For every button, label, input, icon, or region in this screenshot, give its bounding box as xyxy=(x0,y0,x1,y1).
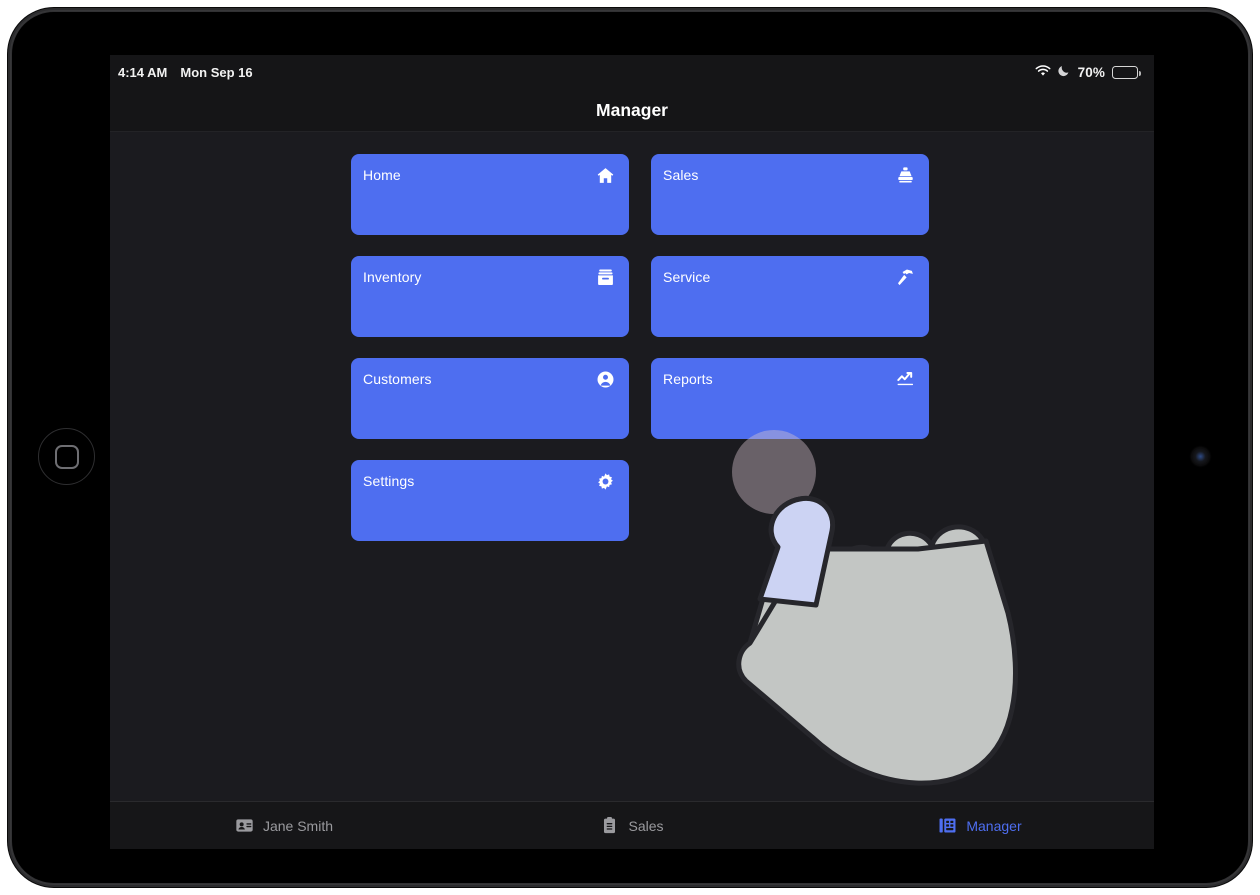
tablet-device-frame: 4:14 AM Mon Sep 16 70% Manager Home Sale… xyxy=(8,8,1252,887)
main-content: Home Sales Inventory Service Customers R… xyxy=(110,132,1154,801)
clipboard-icon xyxy=(600,816,619,835)
status-time: 4:14 AM xyxy=(118,64,168,80)
menu-card-label: Service xyxy=(663,269,711,285)
menu-card-label: Home xyxy=(363,167,401,183)
menu-card-label: Customers xyxy=(363,371,432,387)
app-header: Manager xyxy=(110,89,1154,132)
tab-sales[interactable]: Sales xyxy=(458,802,806,849)
menu-card-label: Settings xyxy=(363,473,415,489)
tab-label: Sales xyxy=(628,817,664,834)
menu-card-service[interactable]: Service xyxy=(651,256,929,337)
menu-card-sales[interactable]: Sales xyxy=(651,154,929,235)
status-bar: 4:14 AM Mon Sep 16 70% xyxy=(110,55,1154,89)
menu-card-reports[interactable]: Reports xyxy=(651,358,929,439)
page-title: Manager xyxy=(596,99,668,120)
menu-card-label: Sales xyxy=(663,167,699,183)
menu-card-label: Reports xyxy=(663,371,713,387)
moon-icon xyxy=(1058,64,1071,80)
status-bar-right: 70% xyxy=(1035,64,1141,80)
gear-icon xyxy=(596,472,615,491)
tablet-screen: 4:14 AM Mon Sep 16 70% Manager Home Sale… xyxy=(110,55,1154,849)
menu-card-customers[interactable]: Customers xyxy=(351,358,629,439)
tab-label: Jane Smith xyxy=(262,817,334,834)
status-bar-left: 4:14 AM Mon Sep 16 xyxy=(118,65,253,80)
battery-percent-label: 70% xyxy=(1077,64,1105,80)
menu-card-home[interactable]: Home xyxy=(351,154,629,235)
user-circle-icon xyxy=(596,370,615,389)
home-icon xyxy=(596,166,615,185)
home-button-square-icon xyxy=(54,444,79,469)
wifi-icon xyxy=(1035,64,1051,80)
menu-card-label: Inventory xyxy=(363,269,422,285)
trending-up-icon xyxy=(896,370,915,389)
front-camera xyxy=(1192,448,1209,465)
dashboard-icon xyxy=(938,816,957,835)
id-card-icon xyxy=(235,816,254,835)
cash-register-icon xyxy=(896,166,915,185)
menu-card-grid: Home Sales Inventory Service Customers R… xyxy=(351,154,929,541)
tab-jane-smith[interactable]: Jane Smith xyxy=(110,802,458,849)
bottom-tab-bar: Jane Smith Sales Manager xyxy=(110,801,1154,849)
battery-icon xyxy=(1112,65,1141,79)
home-button[interactable] xyxy=(38,428,95,485)
tab-manager[interactable]: Manager xyxy=(806,802,1154,849)
hammer-icon xyxy=(896,268,915,287)
archive-box-icon xyxy=(596,268,615,287)
tab-label: Manager xyxy=(966,817,1022,834)
menu-card-settings[interactable]: Settings xyxy=(351,460,629,541)
menu-card-inventory[interactable]: Inventory xyxy=(351,256,629,337)
status-date: Mon Sep 16 xyxy=(180,64,253,80)
